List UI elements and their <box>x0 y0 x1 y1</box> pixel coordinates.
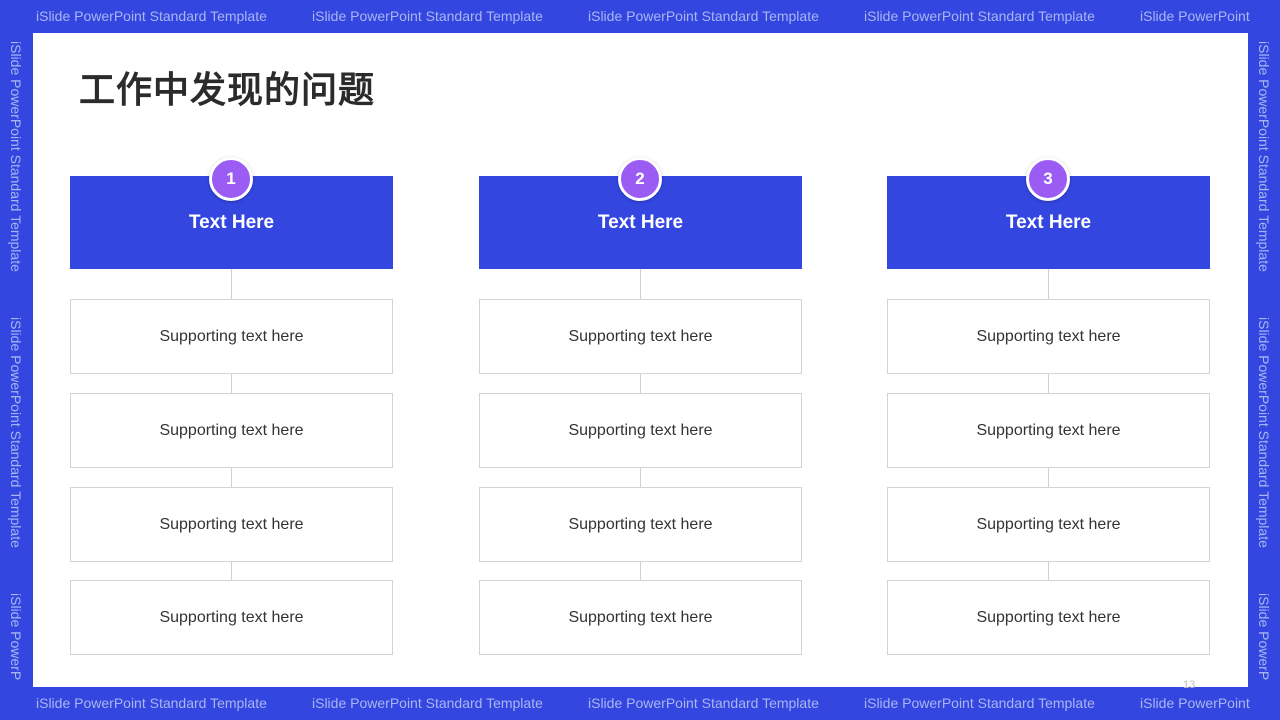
number-badge: 2 <box>618 157 662 201</box>
supporting-text-box[interactable]: Supporting text here <box>479 580 802 655</box>
column-2: Text Here 2 Supporting text here Support… <box>479 33 802 687</box>
watermark-right: iSlide PowerPoint Standard Template iSli… <box>1248 33 1280 687</box>
page-number: 13 <box>1183 679 1196 691</box>
watermark-text: iSlide PowerPoint Standard Template <box>864 695 1095 711</box>
number-badge: 1 <box>209 157 253 201</box>
watermark-left: iSlide PowerPoint Standard Template iSli… <box>0 33 33 687</box>
supporting-text-box[interactable]: Supporting text here <box>479 299 802 374</box>
watermark-bottom: iSlide PowerPoint Standard Template iSli… <box>0 687 1280 720</box>
supporting-text-box[interactable]: Supporting text here <box>70 487 393 562</box>
supporting-text-box[interactable]: Supporting text here <box>887 299 1210 374</box>
slide-canvas: 工作中发现的问题 Text Here 1 Supporting text her… <box>33 33 1248 691</box>
supporting-text-box[interactable]: Supporting text here <box>70 299 393 374</box>
watermark-text: iSlide PowerPoint Standard Template <box>8 41 24 272</box>
supporting-text-box[interactable]: Supporting text here <box>479 393 802 468</box>
watermark-top: iSlide PowerPoint Standard Template iSli… <box>0 0 1280 33</box>
watermark-text: iSlide PowerP <box>8 593 24 681</box>
supporting-text-box[interactable]: Supporting text here <box>70 393 393 468</box>
watermark-text: iSlide PowerPoint Standard Template <box>36 8 267 24</box>
supporting-text-box[interactable]: Supporting text here <box>70 580 393 655</box>
watermark-text: iSlide PowerPoint <box>1140 695 1250 711</box>
supporting-text-box[interactable]: Supporting text here <box>887 487 1210 562</box>
supporting-text-box[interactable]: Supporting text here <box>479 487 802 562</box>
column-1: Text Here 1 Supporting text here Support… <box>70 33 393 687</box>
watermark-text: iSlide PowerPoint Standard Template <box>8 317 24 548</box>
watermark-text: iSlide PowerP <box>1256 593 1272 681</box>
column-3: Text Here 3 Supporting text here Support… <box>887 33 1210 687</box>
watermark-text: iSlide PowerPoint Standard Template <box>864 8 1095 24</box>
watermark-text: iSlide PowerPoint Standard Template <box>588 695 819 711</box>
watermark-text: iSlide PowerPoint Standard Template <box>1256 317 1272 548</box>
watermark-text: iSlide PowerPoint Standard Template <box>1256 41 1272 272</box>
watermark-text: iSlide PowerPoint Standard Template <box>312 8 543 24</box>
watermark-text: iSlide PowerPoint Standard Template <box>312 695 543 711</box>
supporting-text-box[interactable]: Supporting text here <box>887 580 1210 655</box>
watermark-text: iSlide PowerPoint <box>1140 8 1250 24</box>
supporting-text-box[interactable]: Supporting text here <box>887 393 1210 468</box>
slide-frame: iSlide PowerPoint Standard Template iSli… <box>0 0 1280 720</box>
number-badge: 3 <box>1026 157 1070 201</box>
watermark-text: iSlide PowerPoint Standard Template <box>588 8 819 24</box>
watermark-text: iSlide PowerPoint Standard Template <box>36 695 267 711</box>
